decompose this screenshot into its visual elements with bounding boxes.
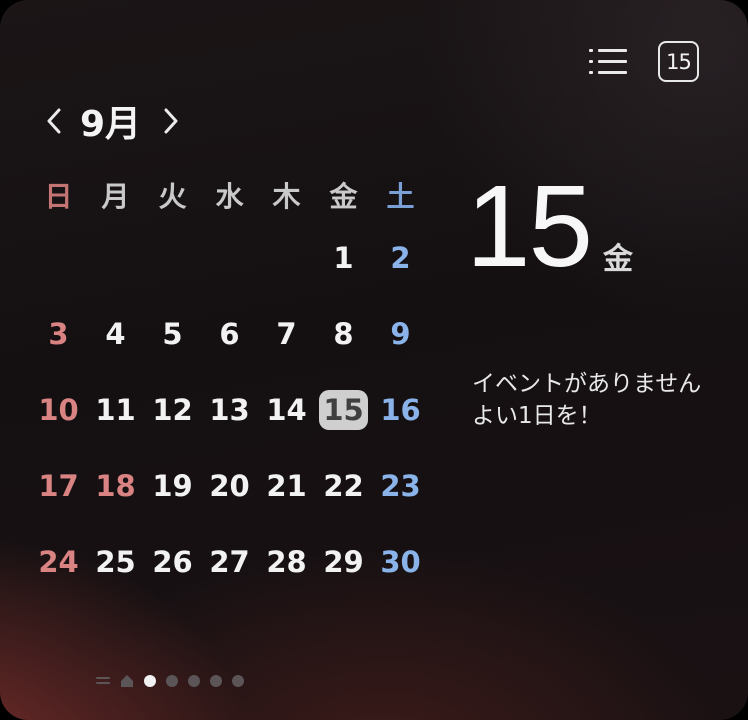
day-number: 19 [152, 469, 193, 503]
calendar-day-24[interactable]: 24 [30, 545, 87, 579]
day-number: 2 [390, 241, 411, 275]
weekday-thu: 木 [272, 180, 301, 213]
calendar-day-18[interactable]: 18 [87, 469, 144, 503]
day-number: 8 [333, 317, 354, 351]
pager-list-icon[interactable] [96, 675, 110, 687]
day-number: 16 [380, 393, 421, 427]
month-label: 9月 [80, 104, 142, 145]
calendar-day-13[interactable]: 13 [201, 393, 258, 427]
day-number: 9 [390, 317, 411, 351]
calendar-day-10[interactable]: 10 [30, 393, 87, 427]
calendar-day-1[interactable]: 1 [315, 241, 372, 275]
calendar-day-22[interactable]: 22 [315, 469, 372, 503]
pager-dot[interactable] [188, 675, 200, 687]
calendar-day-4[interactable]: 4 [87, 317, 144, 351]
day-number: 7 [276, 317, 297, 351]
calendar-day-17[interactable]: 17 [30, 469, 87, 503]
calendar-day-2[interactable]: 2 [372, 241, 429, 275]
day-number: 20 [209, 469, 250, 503]
weekday-fri: 金 [329, 180, 358, 213]
weekday-header-row: 日 月 火 水 木 金 土 [30, 170, 430, 220]
day-number: 12 [152, 393, 193, 427]
selected-day-number: 15 [466, 161, 593, 291]
weekday-tue: 火 [158, 180, 187, 213]
calendar-day-8[interactable]: 8 [315, 317, 372, 351]
calendar-day-29[interactable]: 29 [315, 545, 372, 579]
calendar-day-7[interactable]: 7 [258, 317, 315, 351]
chevron-right-icon[interactable] [159, 104, 183, 138]
calendar-week-row: 17 18 19 20 21 22 23 [30, 448, 430, 524]
calendar-day-26[interactable]: 26 [144, 545, 201, 579]
day-number: 22 [323, 469, 364, 503]
calendar-day-27[interactable]: 27 [201, 545, 258, 579]
day-number: 11 [95, 393, 136, 427]
list-icon[interactable] [589, 43, 627, 81]
pager-dot[interactable] [210, 675, 222, 687]
page-indicator [96, 674, 244, 688]
calendar-week-row: 10 11 12 13 14 15 16 [30, 372, 430, 448]
calendar-day-15[interactable]: 15 [315, 390, 372, 430]
day-number: 30 [380, 545, 421, 579]
calendar-day-28[interactable]: 28 [258, 545, 315, 579]
day-number: 28 [266, 545, 307, 579]
calendar-day-16[interactable]: 16 [372, 393, 429, 427]
day-number: 14 [266, 393, 307, 427]
calendar-day-6[interactable]: 6 [201, 317, 258, 351]
day-number: 21 [266, 469, 307, 503]
greeting-text: よい1日を！ [472, 403, 602, 429]
day-number: 6 [219, 317, 240, 351]
no-events-text: イベントがありません [472, 371, 702, 397]
day-number: 13 [209, 393, 250, 427]
calendar-day-3[interactable]: 3 [30, 317, 87, 351]
calendar-widget: 15 9月 日 月 火 水 木 金 土 1 2 3 4 5 6 7 8 9 10 11 12 13 14 1… [0, 0, 748, 720]
day-number: 18 [95, 469, 136, 503]
calendar-day-23[interactable]: 23 [372, 469, 429, 503]
calendar-weeks: 1 2 3 4 5 6 7 8 9 10 11 12 13 14 15 16 17 18 19 20 21 22 23 24 2… [30, 220, 430, 600]
day-number: 5 [162, 317, 183, 351]
pager-dot[interactable] [232, 675, 244, 687]
calendar-day-21[interactable]: 21 [258, 469, 315, 503]
calendar-grid: 日 月 火 水 木 金 土 1 2 3 4 5 6 7 8 9 10 11 12 13 14 15 16 17 1… [30, 170, 430, 600]
calendar-week-row: 24 25 26 27 28 29 30 [30, 524, 430, 600]
calendar-day-12[interactable]: 12 [144, 393, 201, 427]
day-number: 3 [48, 317, 69, 351]
calendar-day-11[interactable]: 11 [87, 393, 144, 427]
selected-date: 15 金 [466, 168, 633, 284]
day-number: 15 [319, 390, 368, 430]
calendar-today-icon[interactable]: 15 [658, 41, 699, 82]
day-number: 29 [323, 545, 364, 579]
calendar-week-row: 3 4 5 6 7 8 9 [30, 296, 430, 372]
day-number: 24 [38, 545, 79, 579]
day-number: 27 [209, 545, 250, 579]
day-number: 4 [105, 317, 126, 351]
weekday-sun: 日 [44, 180, 73, 213]
weekday-sat: 土 [386, 180, 415, 213]
day-number: 26 [152, 545, 193, 579]
weekday-mon: 月 [101, 180, 130, 213]
calendar-day-20[interactable]: 20 [201, 469, 258, 503]
calendar-day-30[interactable]: 30 [372, 545, 429, 579]
calendar-day-19[interactable]: 19 [144, 469, 201, 503]
day-number: 1 [333, 241, 354, 275]
pager-dot-active[interactable] [144, 675, 156, 687]
calendar-day-9[interactable]: 9 [372, 317, 429, 351]
selected-weekday: 金 [603, 242, 634, 277]
pager-dot[interactable] [166, 675, 178, 687]
weekday-wed: 水 [215, 180, 244, 213]
calendar-day-25[interactable]: 25 [87, 545, 144, 579]
chevron-left-icon[interactable] [42, 104, 66, 138]
event-panel: イベントがありません よい1日を！ [472, 368, 742, 432]
day-number: 23 [380, 469, 421, 503]
day-number: 25 [95, 545, 136, 579]
day-number: 17 [38, 469, 79, 503]
calendar-day-5[interactable]: 5 [144, 317, 201, 351]
month-navigation: 9月 [42, 96, 183, 146]
pager-home-icon[interactable] [120, 674, 134, 688]
top-toolbar: 15 [589, 41, 699, 82]
day-number: 10 [38, 393, 79, 427]
calendar-day-14[interactable]: 14 [258, 393, 315, 427]
calendar-week-row: 12 [30, 220, 430, 296]
